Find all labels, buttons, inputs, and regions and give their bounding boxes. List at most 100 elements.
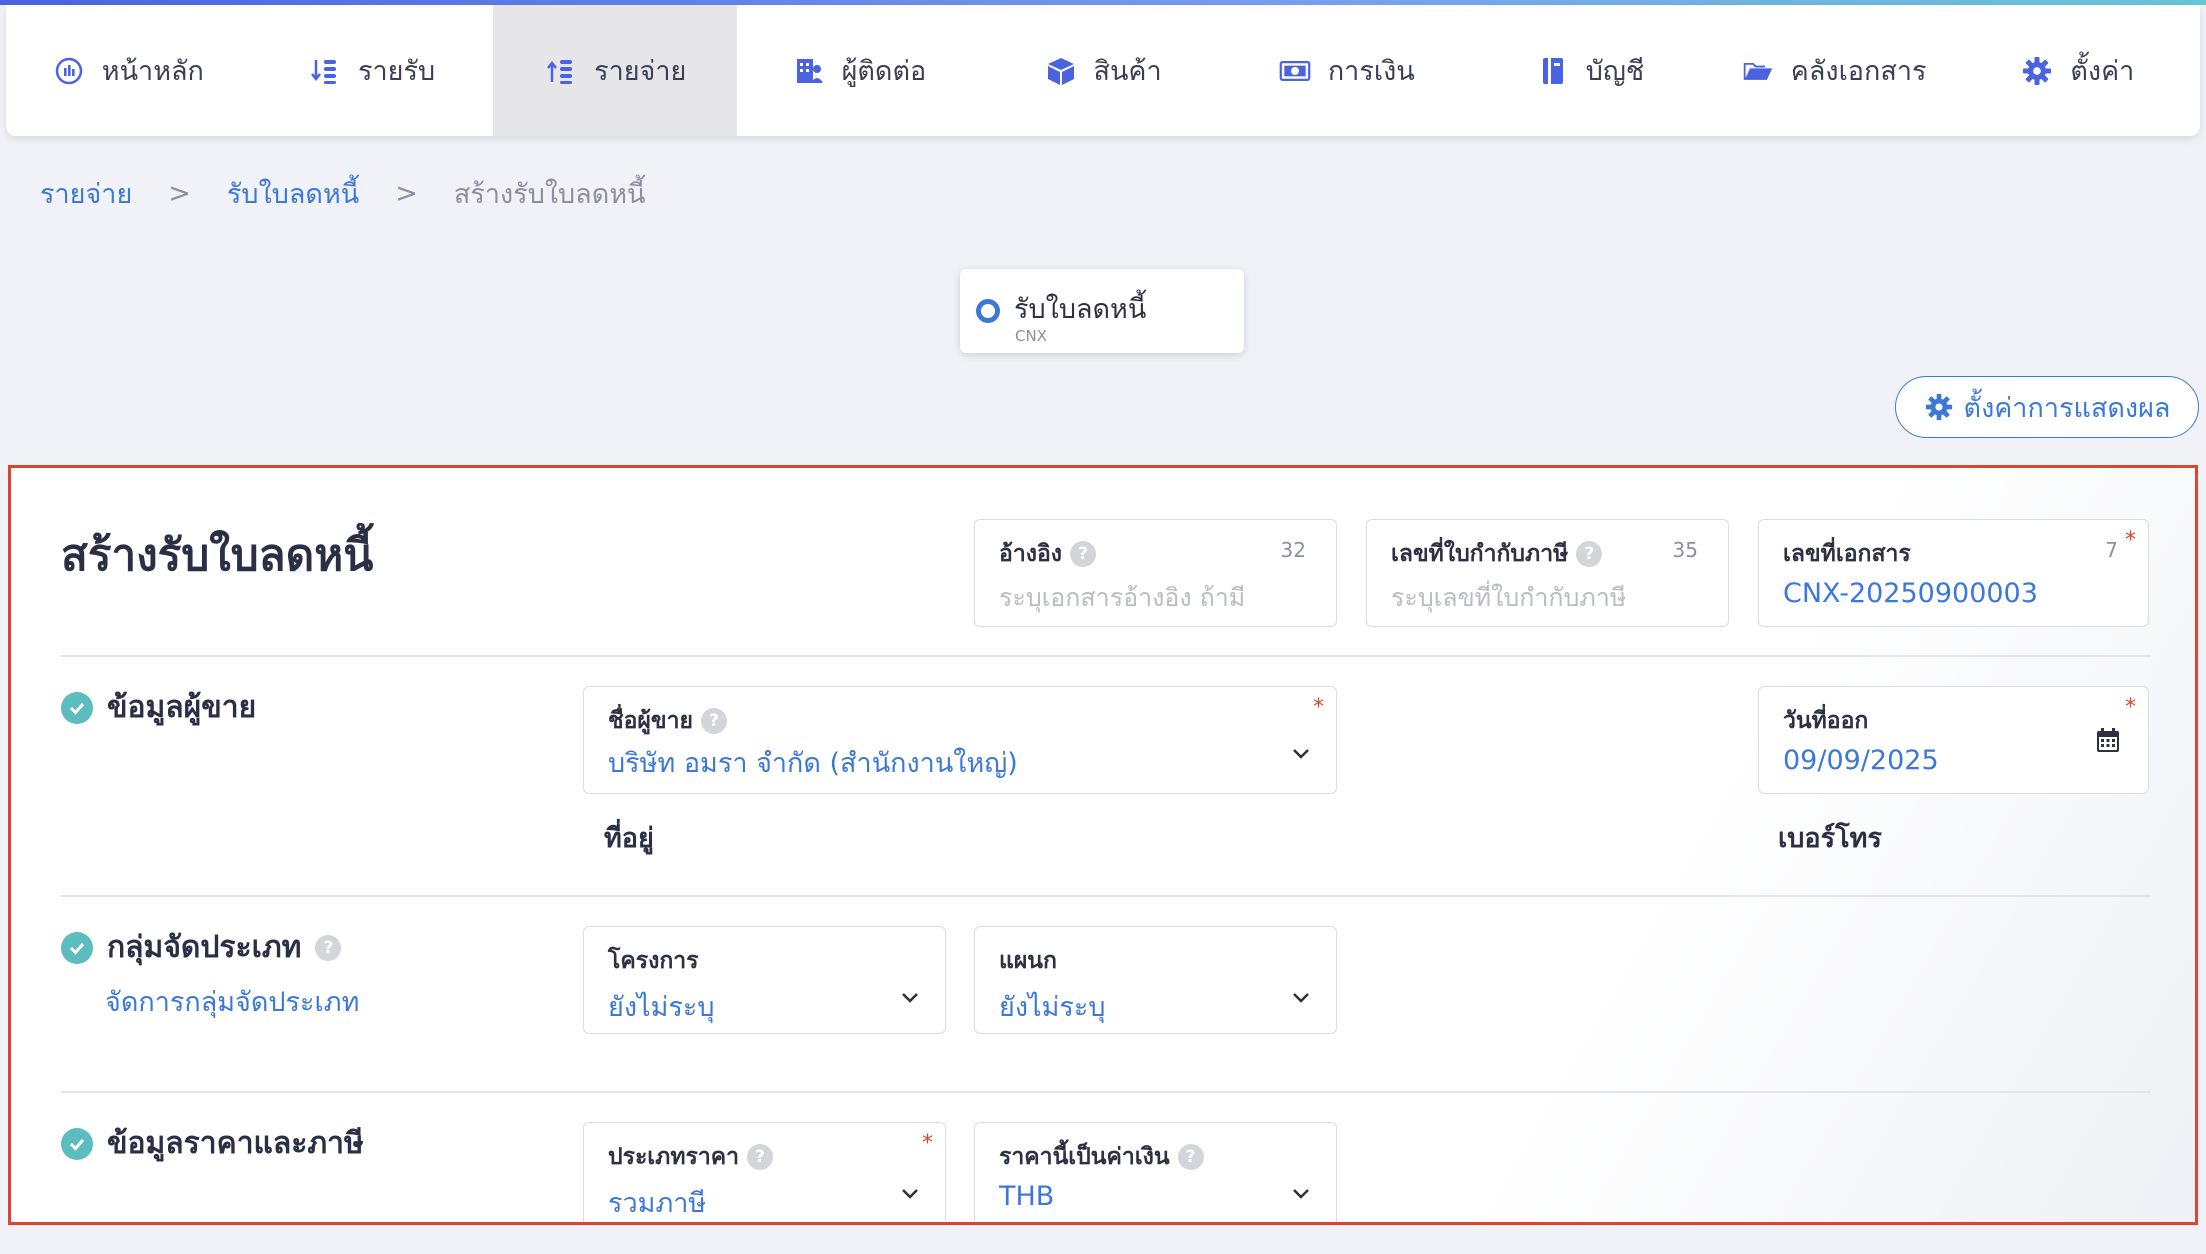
nav-label: ผู้ติดต่อ: [841, 56, 927, 87]
nav-label: คลังเอกสาร: [1790, 56, 1927, 87]
tax-invoice-char-count: 35: [1672, 538, 1698, 562]
nav-item-documents[interactable]: คลังเอกสาร: [1712, 5, 1956, 136]
chevron-down-icon[interactable]: [897, 985, 923, 1011]
nav-item-accounting[interactable]: บัญชี: [1468, 5, 1712, 136]
currency-value: THB: [999, 1181, 1055, 1212]
folder-icon: [1741, 54, 1775, 88]
department-select[interactable]: แผนก ยังไม่ระบุ: [974, 926, 1337, 1034]
breadcrumb-separator: >: [395, 178, 418, 209]
pricing-section-header: ข้อมูลราคาและภาษี: [61, 1120, 364, 1167]
check-circle-icon: [61, 931, 93, 964]
vendor-section-header: ข้อมูลผู้ขาย: [61, 684, 256, 731]
vendor-name-label: ชื่อผู้ขาย: [608, 708, 694, 734]
top-navbar: หน้าหลัก รายรับ รายจ่าย ผู้ติดต่อ สินค้า…: [6, 5, 2200, 136]
income-icon: [308, 54, 342, 88]
document-number-label: เลขที่เอกสาร: [1783, 541, 1911, 567]
radio-selected-icon[interactable]: [976, 299, 1000, 323]
breadcrumb: รายจ่าย > รับใบลดหนี้ > สร้างรับใบลดหนี้: [40, 172, 645, 215]
calendar-icon[interactable]: [2096, 727, 2120, 753]
nav-item-settings[interactable]: ตั้งค่า: [1956, 5, 2200, 136]
issue-date-value: 09/09/2025: [1783, 745, 1939, 776]
currency-select[interactable]: ราคานี้เป็นค่าเงิน ? THB: [974, 1122, 1337, 1222]
department-label: แผนก: [999, 948, 1057, 974]
section-divider: [61, 895, 2151, 897]
display-settings-label: ตั้งค่าการแสดงผล: [1963, 392, 2171, 424]
document-type-code: CNX: [1015, 327, 1047, 345]
help-icon[interactable]: ?: [315, 934, 342, 961]
chevron-down-icon[interactable]: [1288, 741, 1314, 767]
nav-item-dashboard[interactable]: หน้าหลัก: [6, 5, 250, 136]
breadcrumb-credit-note-link[interactable]: รับใบลดหนี้: [227, 172, 359, 215]
tax-invoice-number-field[interactable]: เลขที่ใบกำกับภาษี ? 35 ระบุเลขที่ใบกำกับ…: [1366, 519, 1729, 627]
nav-item-expense[interactable]: รายจ่าย: [493, 5, 738, 136]
project-select[interactable]: โครงการ ยังไม่ระบุ: [583, 926, 946, 1034]
nav-label: สินค้า: [1093, 56, 1162, 87]
vendor-name-value: บริษัท อมรา จำกัด (สำนักงานใหญ่): [608, 748, 1018, 779]
price-type-value: รวมภาษี: [608, 1188, 707, 1219]
required-marker: *: [1313, 695, 1324, 720]
document-number-char-count: 7: [2105, 538, 2118, 562]
help-icon[interactable]: ?: [1576, 541, 1603, 567]
page-title: สร้างรับใบลดหนี้: [61, 530, 374, 581]
check-circle-icon: [61, 691, 93, 724]
project-value: ยังไม่ระบุ: [608, 992, 715, 1023]
help-icon[interactable]: ?: [747, 1144, 774, 1170]
vendor-section-title: ข้อมูลผู้ขาย: [107, 690, 257, 725]
display-settings-button[interactable]: ตั้งค่าการแสดงผล: [1895, 376, 2199, 438]
tax-invoice-label-row: เลขที่ใบกำกับภาษี ?: [1391, 536, 1603, 572]
currency-label: ราคานี้เป็นค่าเงิน: [999, 1144, 1170, 1170]
document-number-field[interactable]: เลขที่เอกสาร 7 * CNX-20250900003: [1758, 519, 2149, 627]
nav-item-income[interactable]: รายรับ: [250, 5, 494, 136]
dashboard-icon: [52, 54, 86, 88]
help-icon[interactable]: ?: [701, 708, 728, 734]
department-value: ยังไม่ระบุ: [999, 992, 1106, 1023]
document-number-value: CNX-20250900003: [1783, 578, 2038, 609]
nav-label: รายจ่าย: [594, 56, 687, 87]
nav-label: บัญชี: [1585, 56, 1645, 87]
address-label: ที่อยู่: [604, 823, 654, 854]
document-type-tab[interactable]: รับใบลดหนี้ CNX: [960, 269, 1244, 353]
issue-date-label: วันที่ออก: [1783, 708, 1869, 734]
vendor-name-select[interactable]: ชื่อผู้ขาย ? * บริษัท อมรา จำกัด (สำนักง…: [583, 686, 1337, 794]
document-number-label-row: เลขที่เอกสาร: [1783, 536, 1911, 572]
phone-label: เบอร์โทร: [1778, 823, 1882, 854]
issue-date-field[interactable]: วันที่ออก * 09/09/2025: [1758, 686, 2149, 794]
chevron-down-icon[interactable]: [897, 1181, 923, 1207]
breadcrumb-expense-link[interactable]: รายจ่าย: [40, 172, 132, 215]
price-type-select[interactable]: ประเภทราคา ? * รวมภาษี: [583, 1122, 946, 1222]
manage-classification-link[interactable]: จัดการกลุ่มจัดประเภท: [105, 980, 359, 1023]
money-icon: [1278, 54, 1312, 88]
form-panel: สร้างรับใบลดหนี้ อ้างอิง ? 32 ระบุเอกสาร…: [8, 465, 2198, 1225]
price-type-label-row: ประเภทราคา ?: [608, 1139, 774, 1175]
classification-section-title: กลุ่มจัดประเภท: [107, 930, 302, 965]
section-divider: [61, 1091, 2151, 1093]
nav-item-contacts[interactable]: ผู้ติดต่อ: [737, 5, 981, 136]
nav-label: หน้าหลัก: [101, 56, 204, 87]
reference-char-count: 32: [1280, 538, 1306, 562]
currency-label-row: ราคานี้เป็นค่าเงิน ?: [999, 1139, 1204, 1175]
chevron-down-icon[interactable]: [1288, 1181, 1314, 1207]
product-box-icon: [1044, 54, 1078, 88]
price-type-label: ประเภทราคา: [608, 1144, 740, 1170]
nav-label: ตั้งค่า: [2070, 56, 2135, 87]
nav-label: รายรับ: [357, 56, 436, 87]
help-icon[interactable]: ?: [1177, 1144, 1204, 1170]
project-label-row: โครงการ: [608, 943, 699, 979]
gear-icon: [1924, 392, 1954, 422]
chevron-down-icon[interactable]: [1288, 985, 1314, 1011]
project-label: โครงการ: [608, 948, 699, 974]
tax-invoice-label: เลขที่ใบกำกับภาษี: [1391, 541, 1569, 567]
classification-section-header: กลุ่มจัดประเภท ?: [61, 924, 342, 971]
reference-field[interactable]: อ้างอิง ? 32 ระบุเอกสารอ้างอิง ถ้ามี: [974, 519, 1337, 627]
expense-icon: [544, 54, 578, 88]
required-marker: *: [2125, 695, 2136, 720]
reference-label: อ้างอิง: [999, 541, 1063, 567]
check-circle-icon: [61, 1127, 93, 1160]
breadcrumb-current: สร้างรับใบลดหนี้: [453, 179, 646, 210]
help-icon[interactable]: ?: [1070, 541, 1097, 567]
issue-date-label-row: วันที่ออก: [1783, 703, 1868, 739]
reference-label-row: อ้างอิง ?: [999, 536, 1097, 572]
nav-item-finance[interactable]: การเงิน: [1224, 5, 1468, 136]
gear-icon: [2020, 54, 2054, 88]
nav-item-products[interactable]: สินค้า: [981, 5, 1225, 136]
